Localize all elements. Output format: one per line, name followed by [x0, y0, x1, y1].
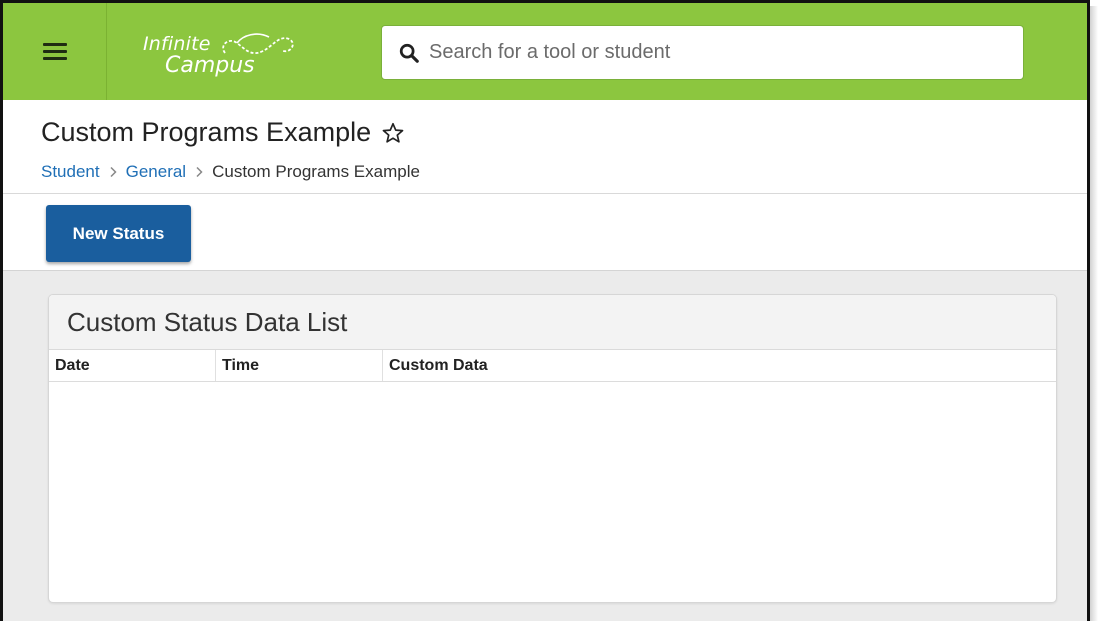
- logo-text-line1: Infinite: [143, 33, 211, 55]
- infinite-campus-logo[interactable]: Infinite Campus: [139, 23, 299, 83]
- new-status-button[interactable]: New Status: [46, 205, 191, 262]
- top-header: Infinite Campus: [3, 3, 1087, 100]
- table-header-row: Date Time Custom Data: [49, 350, 1056, 382]
- logo-swirl-icon: [222, 33, 294, 55]
- breadcrumb: Student General Custom Programs Example: [41, 162, 420, 182]
- page-header: Custom Programs Example Student General …: [3, 100, 1087, 194]
- page-title-row: Custom Programs Example: [41, 117, 405, 148]
- hamburger-menu-icon: [42, 42, 67, 61]
- column-header-time[interactable]: Time: [216, 350, 383, 381]
- breadcrumb-general[interactable]: General: [126, 162, 186, 182]
- window-shadow: [1090, 6, 1098, 621]
- global-search[interactable]: [381, 25, 1024, 80]
- chevron-right-icon: [110, 166, 117, 178]
- search-input[interactable]: [429, 32, 1023, 73]
- column-header-custom-data[interactable]: Custom Data: [383, 350, 1056, 381]
- star-outline-icon[interactable]: [381, 121, 405, 145]
- panel-header: Custom Status Data List: [49, 295, 1056, 350]
- breadcrumb-student[interactable]: Student: [41, 162, 100, 182]
- app-window: Infinite Campus Custom Programs Example …: [0, 0, 1090, 621]
- main-menu-button[interactable]: [3, 3, 107, 100]
- column-header-date[interactable]: Date: [49, 350, 216, 381]
- breadcrumb-current: Custom Programs Example: [212, 162, 420, 181]
- table-body: [49, 382, 1056, 602]
- custom-status-panel: Custom Status Data List Date Time Custom…: [48, 294, 1057, 603]
- panel-title: Custom Status Data List: [67, 306, 348, 337]
- page-title: Custom Programs Example: [41, 117, 372, 147]
- search-icon: [399, 43, 419, 63]
- chevron-right-icon: [196, 166, 203, 178]
- action-toolbar: New Status: [3, 194, 1087, 271]
